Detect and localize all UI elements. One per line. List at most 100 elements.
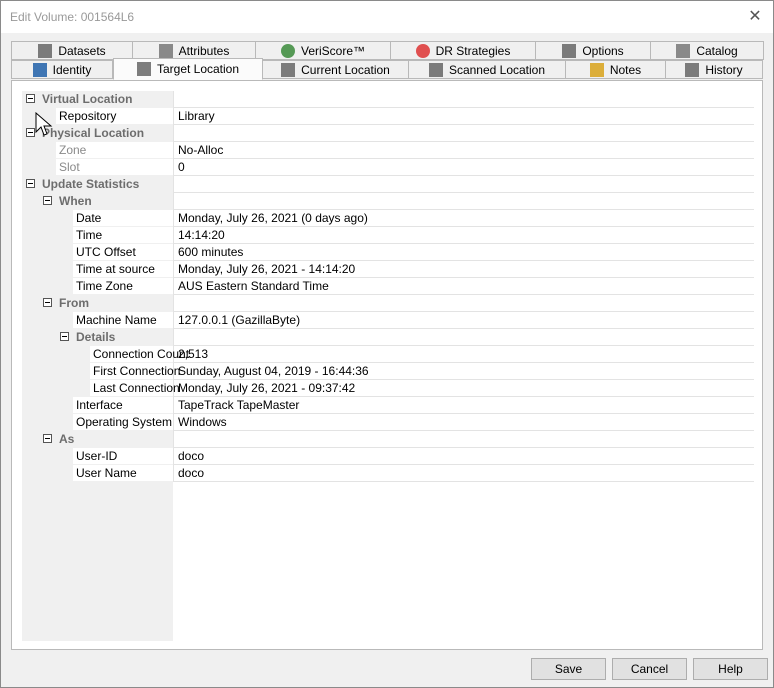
- property-category-row[interactable]: As: [22, 431, 754, 448]
- tab-notes[interactable]: Notes: [565, 60, 666, 79]
- tab-scanned-location[interactable]: Scanned Location: [408, 60, 566, 79]
- window-title: Edit Volume: 001564L6: [10, 10, 135, 24]
- mouse-cursor-icon: [35, 112, 53, 136]
- property-value[interactable]: 600 minutes: [173, 244, 754, 261]
- cancel-button[interactable]: Cancel: [612, 658, 687, 680]
- property-label: UTC Offset: [76, 245, 136, 259]
- property-value[interactable]: Monday, July 26, 2021 - 09:37:42: [173, 380, 754, 397]
- close-icon[interactable]: ✕: [741, 3, 769, 31]
- property-category-row[interactable]: Details: [22, 329, 754, 346]
- property-value[interactable]: No-Alloc: [173, 142, 754, 159]
- property-label: Connection Count: [93, 347, 190, 361]
- property-value[interactable]: [173, 125, 754, 142]
- tab-label: Notes: [609, 62, 642, 77]
- tab-catalog[interactable]: Catalog: [650, 41, 764, 60]
- collapse-icon[interactable]: [26, 128, 35, 137]
- property-row[interactable]: Operating System Windows: [22, 414, 754, 431]
- property-row[interactable]: Time at source Monday, July 26, 2021 - 14…: [22, 261, 754, 278]
- property-value[interactable]: [173, 295, 754, 312]
- property-value[interactable]: TapeTrack TapeMaster: [173, 397, 754, 414]
- document-lines-icon: [158, 43, 173, 58]
- property-value[interactable]: AUS Eastern Standard Time: [173, 278, 754, 295]
- property-row[interactable]: Slot 0: [22, 159, 754, 176]
- tab-identity[interactable]: Identity: [11, 60, 113, 79]
- gear-icon: [562, 43, 577, 58]
- tab-label: Attributes: [178, 43, 230, 58]
- collapse-icon[interactable]: [43, 434, 52, 443]
- help-button[interactable]: Help: [693, 658, 768, 680]
- tab-current-location[interactable]: Current Location: [262, 60, 409, 79]
- property-row[interactable]: User Name doco: [22, 465, 754, 482]
- save-button[interactable]: Save: [531, 658, 606, 680]
- tab-options[interactable]: Options: [535, 41, 651, 60]
- tab-label: VeriScore™: [300, 43, 366, 58]
- property-value[interactable]: Monday, July 26, 2021 (0 days ago): [173, 210, 754, 227]
- collapse-icon[interactable]: [43, 196, 52, 205]
- tab-history[interactable]: History: [665, 60, 763, 79]
- collapse-icon[interactable]: [60, 332, 69, 341]
- property-value[interactable]: [173, 193, 754, 210]
- property-category-row[interactable]: Physical Location: [22, 125, 754, 142]
- property-value[interactable]: [173, 91, 754, 108]
- property-row[interactable]: Time 14:14:20: [22, 227, 754, 244]
- property-row[interactable]: Connection Count 2,513: [22, 346, 754, 363]
- property-category-row[interactable]: When: [22, 193, 754, 210]
- property-value[interactable]: 14:14:20: [173, 227, 754, 244]
- property-value[interactable]: Sunday, August 04, 2019 - 16:44:36: [173, 363, 754, 380]
- property-row[interactable]: Zone No-Alloc: [22, 142, 754, 159]
- property-category-row[interactable]: From: [22, 295, 754, 312]
- property-row[interactable]: Repository Library: [22, 108, 754, 125]
- tab-dr-strategies[interactable]: DR Strategies: [390, 41, 536, 60]
- property-value[interactable]: Windows: [173, 414, 754, 431]
- property-label: Zone: [59, 143, 87, 157]
- property-value[interactable]: Monday, July 26, 2021 - 14:14:20: [173, 261, 754, 278]
- collapse-icon[interactable]: [26, 94, 35, 103]
- property-row[interactable]: Interface TapeTrack TapeMaster: [22, 397, 754, 414]
- property-row[interactable]: UTC Offset 600 minutes: [22, 244, 754, 261]
- pie-chart-icon: [280, 43, 295, 58]
- property-label-cell: Zone: [22, 142, 173, 159]
- property-row[interactable]: Machine Name 127.0.0.1 (GazillaByte): [22, 312, 754, 329]
- title-bar: Edit Volume: 001564L6 ✕: [1, 1, 773, 33]
- tab-label: Target Location: [156, 62, 240, 76]
- property-grid: Virtual Location Repository Library Physica…: [22, 91, 754, 482]
- property-label-cell: User Name: [22, 465, 173, 482]
- property-value[interactable]: Library: [173, 108, 754, 125]
- property-category-row[interactable]: Virtual Location: [22, 91, 754, 108]
- collapse-icon[interactable]: [43, 298, 52, 307]
- property-label-cell: Last Connection: [22, 380, 180, 397]
- tab-veriscore[interactable]: VeriScore™: [255, 41, 391, 60]
- property-label-cell: First Connection: [22, 363, 180, 380]
- property-category-row[interactable]: Update Statistics: [22, 176, 754, 193]
- pencil-icon: [589, 62, 604, 77]
- property-value[interactable]: 127.0.0.1 (GazillaByte): [173, 312, 754, 329]
- robot-icon: [428, 62, 443, 77]
- property-grid-panel: Virtual Location Repository Library Physica…: [11, 80, 763, 650]
- property-row[interactable]: Date Monday, July 26, 2021 (0 days ago): [22, 210, 754, 227]
- property-label-cell: Interface: [22, 397, 173, 414]
- property-row[interactable]: Last Connection Monday, July 26, 2021 - 0…: [22, 380, 754, 397]
- property-label-cell: From: [22, 295, 173, 312]
- property-value[interactable]: 2,513: [173, 346, 754, 363]
- property-label-cell: Slot: [22, 159, 173, 176]
- property-value[interactable]: [173, 176, 754, 193]
- tab-target-location[interactable]: Target Location: [113, 58, 263, 80]
- property-label: When: [59, 194, 92, 208]
- property-label-cell: Time Zone: [22, 278, 173, 295]
- collapse-icon[interactable]: [26, 179, 35, 188]
- property-label-cell: Operating System: [22, 414, 173, 431]
- property-row[interactable]: Time Zone AUS Eastern Standard Time: [22, 278, 754, 295]
- property-value[interactable]: [173, 329, 754, 346]
- property-label-cell: User-ID: [22, 448, 173, 465]
- property-label: Update Statistics: [42, 177, 140, 191]
- property-row[interactable]: User-ID doco: [22, 448, 754, 465]
- property-row[interactable]: First Connection Sunday, August 04, 2019 …: [22, 363, 754, 380]
- property-value[interactable]: doco: [173, 448, 754, 465]
- property-label-cell: As: [22, 431, 173, 448]
- property-value[interactable]: doco: [173, 465, 754, 482]
- property-label-cell: Date: [22, 210, 173, 227]
- property-value[interactable]: 0: [173, 159, 754, 176]
- property-label: User Name: [76, 466, 137, 480]
- property-label-cell: Details: [22, 329, 173, 346]
- property-value[interactable]: [173, 431, 754, 448]
